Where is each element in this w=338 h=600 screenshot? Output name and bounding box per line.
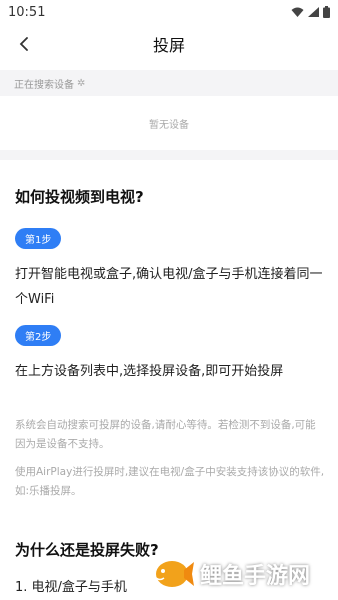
device-search-status: 正在搜索设备 ✲: [0, 70, 338, 96]
signal-icon: [308, 7, 319, 17]
chevron-left-icon: [19, 37, 28, 51]
step-2-text: 在上方设备列表中,选择投屏设备,即可开始投屏: [15, 364, 284, 379]
help-title: 如何投视频到电视?: [15, 188, 144, 206]
failure-title: 为什么还是投屏失败?: [15, 541, 159, 559]
step-2-badge: 第2步: [15, 325, 62, 346]
carp-logo-icon: [155, 561, 194, 587]
page-title: 投屏: [152, 36, 185, 55]
help-note-1: 系统会自动搜索可投屏的设备,请耐心等待。若检测不到设备,可能因为是设备不支持。: [15, 419, 316, 450]
status-bar: 10:51: [0, 0, 338, 24]
wifi-icon: [291, 7, 304, 17]
device-list: 暂无设备: [0, 96, 338, 150]
back-button[interactable]: [10, 30, 38, 58]
watermark-text: 鲤鱼手游网: [200, 564, 311, 589]
status-time: 10:51: [8, 4, 46, 20]
failure-item-1: 1. 电视/盒子与手机: [15, 580, 127, 595]
empty-device-label: 暂无设备: [149, 119, 189, 131]
status-icons: [291, 6, 330, 18]
step-1-badge: 第1步: [15, 228, 62, 249]
searching-label: 正在搜索设备: [14, 79, 74, 91]
nav-bar: 投屏: [0, 24, 338, 64]
section-divider: [0, 150, 338, 160]
watermark: 鲤鱼手游网: [150, 556, 310, 592]
help-note-2: 使用AirPlay进行投屏时,建议在电视/盒子中安装支持该协议的软件,如:乐播投…: [15, 466, 325, 497]
loading-spinner-icon: ✲: [77, 77, 86, 89]
battery-icon: [323, 6, 330, 18]
step-1-text: 打开智能电视或盒子,确认电视/盒子与手机连接着同一个WiFi: [15, 267, 323, 307]
